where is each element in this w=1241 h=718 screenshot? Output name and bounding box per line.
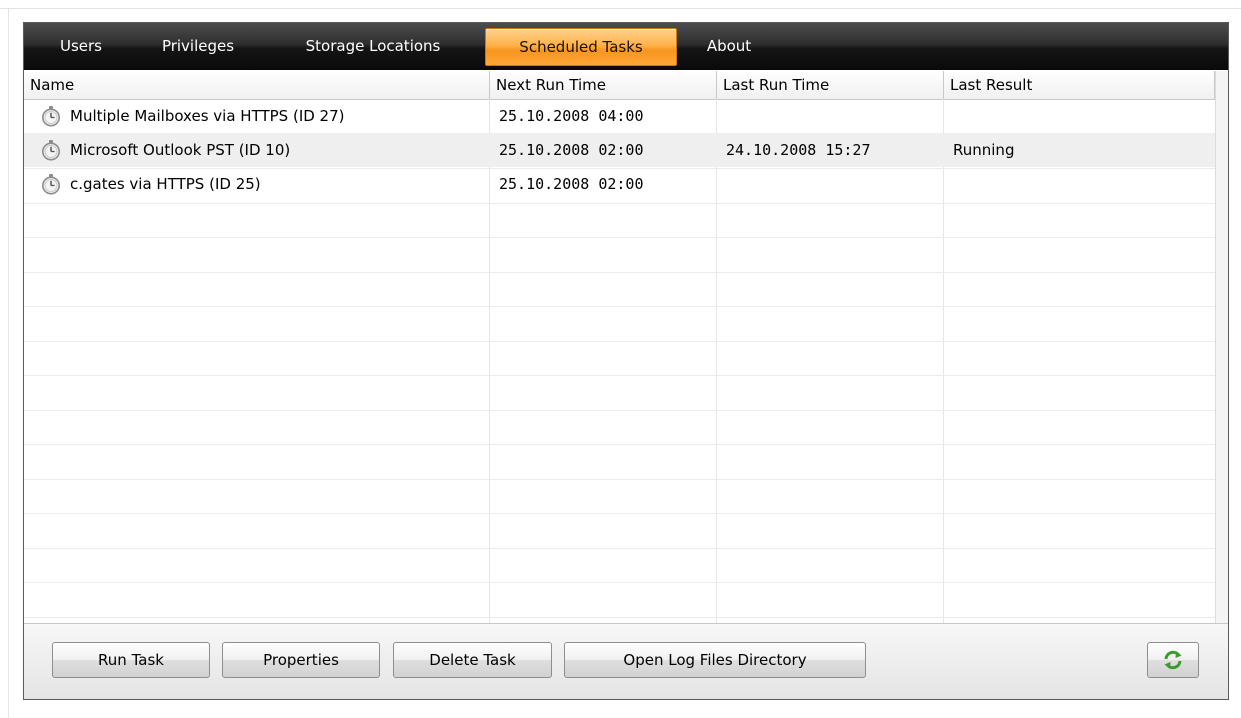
grid-row-line bbox=[24, 444, 1215, 445]
tab-bar: Users Privileges Storage Locations Sched… bbox=[24, 23, 1228, 70]
task-name: Microsoft Outlook PST (ID 10) bbox=[70, 141, 291, 159]
column-header-next-run-time[interactable]: Next Run Time bbox=[490, 71, 717, 99]
button-bar: Run Task Properties Delete Task Open Log… bbox=[24, 623, 1228, 699]
last-run-time: 24.10.2008 15:27 bbox=[726, 141, 871, 159]
grid-row-line bbox=[24, 547, 1215, 549]
row-name-cell: Microsoft Outlook PST (ID 10) bbox=[40, 133, 290, 167]
properties-button[interactable]: Properties bbox=[222, 642, 380, 678]
tab-users[interactable]: Users bbox=[44, 28, 118, 64]
refresh-icon bbox=[1164, 650, 1182, 670]
column-header-last-result[interactable]: Last Result bbox=[944, 71, 1215, 99]
next-run-time: 25.10.2008 02:00 bbox=[499, 141, 644, 159]
open-log-files-directory-button[interactable]: Open Log Files Directory bbox=[564, 642, 866, 678]
stopwatch-icon bbox=[42, 140, 60, 161]
page-left-border bbox=[8, 8, 9, 718]
stopwatch-icon bbox=[42, 174, 60, 195]
grid-row-line bbox=[24, 616, 1215, 618]
grid-row-line bbox=[24, 513, 1215, 514]
grid-row-line bbox=[24, 582, 1215, 583]
table-row[interactable]: Multiple Mailboxes via HTTPS (ID 27) 25.… bbox=[24, 99, 1215, 133]
column-header-last-run-time[interactable]: Last Run Time bbox=[717, 71, 944, 99]
table-header: Name Next Run Time Last Run Time Last Re… bbox=[24, 71, 1215, 100]
next-run-time: 25.10.2008 04:00 bbox=[499, 107, 644, 125]
vertical-scrollbar[interactable] bbox=[1215, 71, 1228, 623]
grid-row-line bbox=[24, 340, 1215, 342]
grid-row-line bbox=[24, 306, 1215, 307]
grid-row-line bbox=[24, 375, 1215, 376]
task-name: c.gates via HTTPS (ID 25) bbox=[70, 175, 261, 193]
task-name: Multiple Mailboxes via HTTPS (ID 27) bbox=[70, 107, 345, 125]
grid-row-line bbox=[24, 237, 1215, 238]
stopwatch-icon bbox=[42, 106, 60, 127]
column-header-name[interactable]: Name bbox=[24, 71, 490, 99]
table-row[interactable]: c.gates via HTTPS (ID 25) 25.10.2008 02:… bbox=[24, 167, 1215, 201]
task-table: Multiple Mailboxes via HTTPS (ID 27) 25.… bbox=[24, 99, 1215, 623]
table-row[interactable]: Microsoft Outlook PST (ID 10) 25.10.2008… bbox=[24, 133, 1215, 167]
page-top-border bbox=[0, 8, 1241, 9]
grid-row-line bbox=[24, 409, 1215, 411]
grid-row-line bbox=[24, 271, 1215, 273]
last-result: Running bbox=[953, 141, 1015, 159]
grid-row-line bbox=[24, 202, 1215, 204]
row-name-cell: Multiple Mailboxes via HTTPS (ID 27) bbox=[40, 99, 345, 133]
tab-about[interactable]: About bbox=[694, 28, 764, 64]
run-task-button[interactable]: Run Task bbox=[52, 642, 210, 678]
tab-storage-locations[interactable]: Storage Locations bbox=[282, 28, 464, 64]
grid-row-line bbox=[24, 478, 1215, 480]
tab-privileges[interactable]: Privileges bbox=[148, 28, 248, 64]
row-name-cell: c.gates via HTTPS (ID 25) bbox=[40, 167, 261, 201]
tab-scheduled-tasks[interactable]: Scheduled Tasks bbox=[485, 28, 677, 66]
refresh-button[interactable] bbox=[1147, 642, 1199, 678]
delete-task-button[interactable]: Delete Task bbox=[393, 642, 552, 678]
app-window: Users Privileges Storage Locations Sched… bbox=[23, 22, 1229, 700]
next-run-time: 25.10.2008 02:00 bbox=[499, 175, 644, 193]
